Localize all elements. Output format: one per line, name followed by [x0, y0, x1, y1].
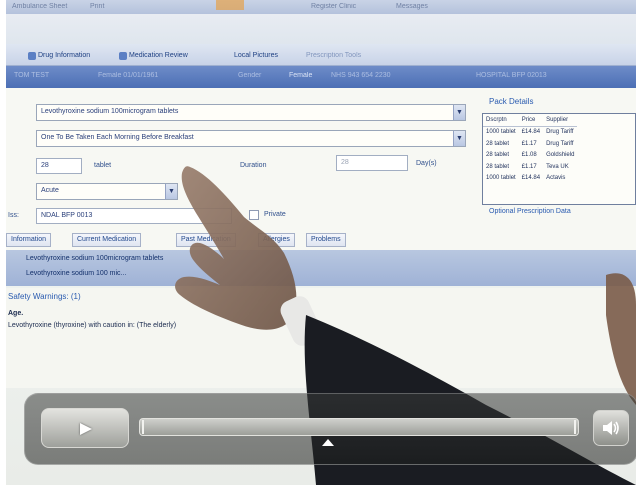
tab-label: Medication Review [129, 52, 188, 59]
play-icon [80, 423, 92, 435]
table-cell: Drug Tariff [546, 129, 574, 135]
drug-select-value: Levothyroxine sodium 100microgram tablet… [41, 108, 179, 115]
blurred-toolbar [6, 14, 636, 44]
pack-header-row: Dscrptn Price Supplier [483, 114, 578, 127]
video-frame: Ambulance Sheet Print Register Clinic Me… [6, 0, 636, 485]
patient-name: TOM TEST [14, 72, 50, 79]
info-icon [28, 51, 36, 60]
column-header: Supplier [543, 114, 578, 127]
column-header: Dscrptn [483, 114, 519, 127]
table-row[interactable]: 1000 tablet £14.84 Drug Tariff [483, 127, 577, 139]
table-cell: 1000 tablet [486, 129, 516, 135]
patient-banner: TOM TEST Female 01/01/1961 Gender Female… [6, 66, 636, 88]
progress-start-marker [142, 420, 144, 434]
list-item[interactable]: Levothyroxine sodium 100 mic... [26, 270, 126, 277]
tab-label: Drug Information [38, 52, 91, 59]
chevron-down-icon[interactable]: ▼ [453, 105, 465, 120]
tab-label: Local Pictures [234, 52, 278, 59]
type-select-value: Acute [41, 187, 59, 194]
tab-local-pictures[interactable]: Local Pictures [234, 49, 278, 62]
table-cell: £14.84 [521, 129, 541, 135]
tab-prescription-tools[interactable]: Prescription Tools [306, 49, 361, 62]
table-cell: Goldshield [546, 152, 575, 158]
volume-button[interactable] [593, 410, 629, 446]
type-select[interactable]: Acute ▼ [36, 183, 178, 200]
app-top-bar: Ambulance Sheet Print Register Clinic Me… [6, 0, 636, 14]
tab-bar: Drug Information Medication Review Local… [6, 44, 636, 66]
patient-hospital: HOSPITAL BFP 02013 [476, 72, 547, 79]
column-header: Price [518, 114, 544, 127]
quantity-unit: tablet [94, 162, 112, 169]
review-icon [119, 51, 127, 60]
tab-information[interactable]: Information [6, 233, 52, 247]
dosage-select[interactable]: One To Be Taken Each Morning Before Brea… [36, 130, 466, 147]
patient-gender-label: Gender [238, 72, 262, 79]
table-cell: £1.08 [521, 152, 537, 158]
table-cell: 28 tablet [486, 152, 510, 158]
patient-nhs: NHS 943 654 2230 [331, 72, 391, 79]
quantity-input[interactable]: 28 [36, 158, 82, 174]
top-text-1: Ambulance Sheet [12, 3, 68, 10]
warning-line: Age. [8, 310, 24, 317]
table-row[interactable]: 28 tablet £1.17 Drug Tariff [483, 139, 577, 151]
chevron-down-icon[interactable]: ▼ [453, 131, 465, 146]
list-item[interactable]: Levothyroxine sodium 100microgram tablet… [26, 255, 163, 262]
speaker-icon [603, 421, 619, 435]
table-cell: £1.17 [521, 140, 537, 147]
tab-label: Prescription Tools [306, 52, 362, 59]
tab-medication-review[interactable]: Medication Review [119, 49, 188, 62]
table-row[interactable]: 28 tablet £1.08 Goldshield [483, 150, 577, 162]
orange-indicator [216, 0, 244, 10]
pack-details-title: Pack Details [489, 97, 534, 106]
play-button[interactable] [41, 408, 129, 448]
tab-current-medication[interactable]: Current Medication [72, 233, 142, 247]
progress-bar[interactable] [139, 418, 579, 436]
playhead-marker[interactable] [322, 439, 335, 446]
top-text-4: Messages [396, 3, 428, 10]
patient-dob: Female 01/01/1961 [98, 72, 159, 79]
table-cell: Drug Tariff [546, 140, 574, 147]
top-text-2: Print [90, 3, 105, 10]
progress-end-marker [574, 420, 576, 434]
dosage-select-value: One To Be Taken Each Morning Before Brea… [41, 134, 194, 141]
video-player-controls [24, 393, 636, 465]
table-cell: 28 tablet [486, 140, 510, 147]
tab-drug-information[interactable]: Drug Information [28, 49, 90, 62]
patient-gender: Female [289, 72, 313, 79]
top-text-3: Register Clinic [311, 3, 357, 10]
warning-line: Levothyroxine (thyroxine) with caution i… [8, 322, 177, 329]
drug-select[interactable]: Levothyroxine sodium 100microgram tablet… [36, 104, 466, 121]
issue-label: Iss: [8, 212, 19, 219]
warnings-title: Safety Warnings: (1) [8, 292, 81, 301]
